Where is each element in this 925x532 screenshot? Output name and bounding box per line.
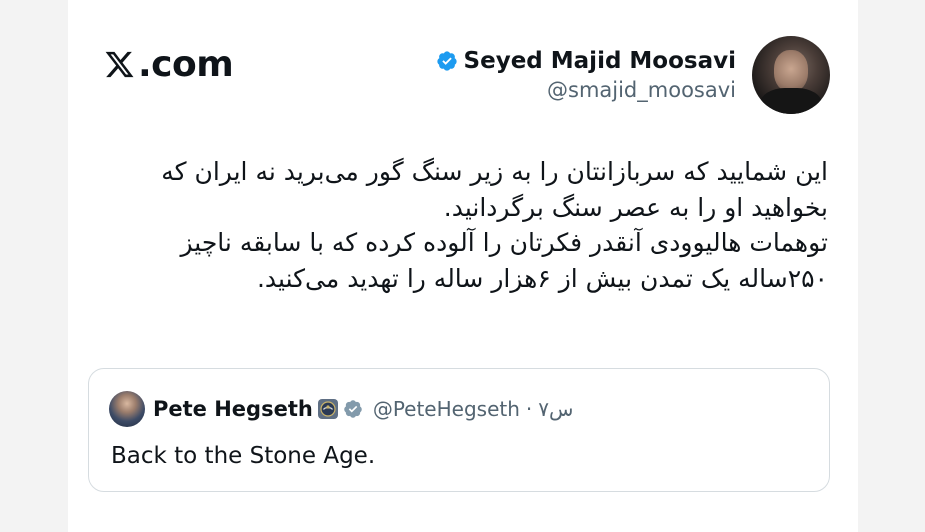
author-handle: @smajid_moosavi xyxy=(547,78,736,102)
author-avatar[interactable] xyxy=(752,36,830,114)
author-info: Seyed Majid Moosavi @smajid_moosavi xyxy=(436,48,736,102)
author-name: Seyed Majid Moosavi xyxy=(463,48,736,74)
brand-domain: .com xyxy=(138,44,234,85)
quoted-author-handle[interactable]: @PeteHegseth xyxy=(373,397,520,421)
author-name-row: Seyed Majid Moosavi xyxy=(436,48,736,74)
quoted-tweet-text: Back to the Stone Age. xyxy=(111,443,376,469)
verified-icon xyxy=(436,51,457,71)
x-logo-icon xyxy=(105,51,134,78)
verified-icon xyxy=(344,400,362,418)
government-badge-icon xyxy=(317,399,338,419)
tweet-text: این شمایید که سربازانتان را به زیر سنگ گ… xyxy=(161,157,828,293)
quoted-tweet-header: Pete Hegseth @PeteHegseth · ۷س xyxy=(109,391,573,427)
separator-dot: · xyxy=(525,397,533,421)
x-brand[interactable]: .com xyxy=(104,44,234,85)
quoted-tweet-time[interactable]: ۷س xyxy=(538,397,573,421)
quoted-tweet[interactable]: Pete Hegseth @PeteHegseth · ۷س Back to t… xyxy=(88,368,830,492)
tweet-author[interactable]: Seyed Majid Moosavi @smajid_moosavi xyxy=(436,36,830,114)
tweet-card: .com Seyed Majid Moosavi @smajid_moosavi… xyxy=(68,0,858,532)
quoted-author-name[interactable]: Pete Hegseth xyxy=(153,397,313,421)
quoted-author-avatar[interactable] xyxy=(109,391,145,427)
